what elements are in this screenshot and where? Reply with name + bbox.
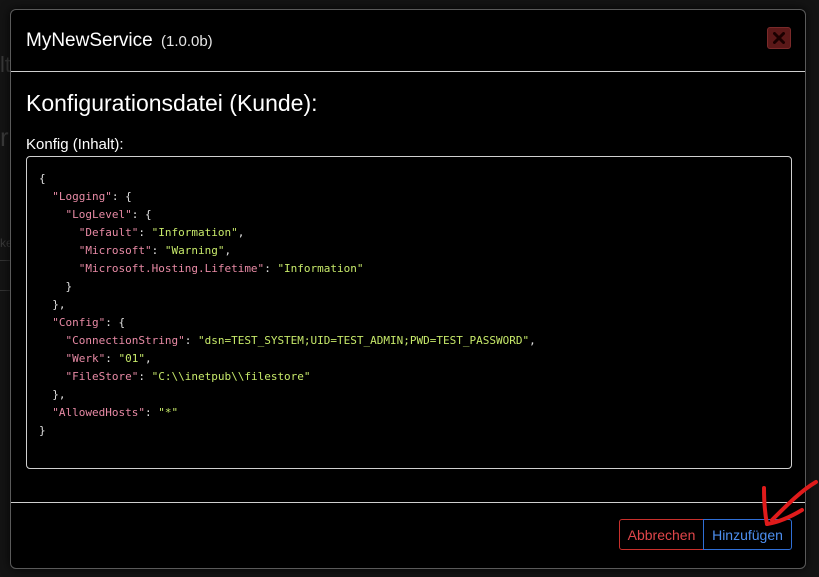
- close-button[interactable]: [767, 27, 791, 49]
- json-punctuation: [39, 334, 66, 347]
- service-config-modal: MyNewService (1.0.0b) Konfigurationsdate…: [10, 9, 806, 569]
- json-punctuation: :: [264, 262, 278, 275]
- json-string: "Information": [151, 226, 238, 239]
- code-line: "Default": "Information",: [39, 224, 779, 242]
- json-string: "*": [158, 406, 179, 419]
- service-version: (1.0.0b): [160, 33, 213, 50]
- json-punctuation: :: [105, 352, 119, 365]
- json-punctuation: :: [144, 406, 159, 419]
- json-key: "Microsoft": [78, 244, 152, 257]
- json-string: "C:\\inetpub\\filestore": [151, 370, 311, 383]
- code-line: "Werk": "01",: [39, 350, 779, 368]
- service-name: MyNewService: [26, 30, 153, 51]
- json-punctuation: [39, 316, 52, 329]
- json-punctuation: [39, 244, 79, 257]
- json-key: "Werk": [65, 352, 106, 365]
- json-punctuation: ,: [224, 244, 232, 257]
- config-content-textarea[interactable]: { "Logging": { "LogLevel": { "Default": …: [26, 156, 792, 469]
- code-line: {: [39, 170, 779, 188]
- code-line: "Microsoft": "Warning",: [39, 242, 779, 260]
- json-key: "LogLevel": [65, 208, 132, 221]
- json-key: "Logging": [52, 190, 112, 203]
- code-line: }: [39, 422, 779, 440]
- json-punctuation: ,: [145, 352, 152, 365]
- code-line: }: [39, 278, 779, 296]
- code-line: "FileStore": "C:\\inetpub\\filestore": [39, 368, 779, 386]
- code-line: },: [39, 296, 779, 314]
- json-punctuation: {: [39, 172, 46, 185]
- json-string: "Warning": [164, 244, 225, 257]
- background-fragment: r: [0, 122, 9, 152]
- json-string: "dsn=TEST_SYSTEM;UID=TEST_ADMIN;PWD=TEST…: [197, 334, 530, 347]
- modal-title: MyNewService (1.0.0b): [26, 30, 213, 52]
- json-punctuation: },: [39, 388, 66, 401]
- json-punctuation: :: [138, 226, 152, 239]
- code-line: "LogLevel": {: [39, 206, 779, 224]
- json-punctuation: [39, 190, 52, 203]
- json-key: "Config": [52, 316, 106, 329]
- json-punctuation: :: [151, 244, 165, 257]
- json-key: "Microsoft.Hosting.Lifetime": [78, 262, 265, 275]
- modal-footer: Abbrechen Hinzufügen: [11, 502, 805, 568]
- json-punctuation: }: [39, 280, 73, 293]
- code-line: "ConnectionString": "dsn=TEST_SYSTEM;UID…: [39, 332, 779, 350]
- config-content-label: Konfig (Inhalt):: [26, 136, 124, 153]
- json-punctuation: }: [39, 424, 46, 437]
- json-punctuation: ,: [237, 226, 245, 239]
- json-key: "ConnectionString": [65, 334, 185, 347]
- background-divider: [0, 290, 10, 291]
- json-punctuation: [39, 262, 79, 275]
- code-line: "Microsoft.Hosting.Lifetime": "Informati…: [39, 260, 779, 278]
- json-punctuation: : {: [131, 208, 152, 221]
- background-divider: [0, 260, 10, 261]
- json-punctuation: [39, 226, 79, 239]
- json-key: "Default": [78, 226, 139, 239]
- json-punctuation: ,: [529, 334, 536, 347]
- add-button[interactable]: Hinzufügen: [703, 519, 792, 550]
- json-punctuation: :: [138, 370, 152, 383]
- json-punctuation: [39, 208, 66, 221]
- close-x-icon: [773, 32, 785, 44]
- json-punctuation: },: [39, 298, 66, 311]
- json-key: "FileStore": [65, 370, 139, 383]
- json-punctuation: [39, 352, 66, 365]
- code-line: "Config": {: [39, 314, 779, 332]
- json-punctuation: [39, 406, 52, 419]
- json-punctuation: :: [184, 334, 198, 347]
- code-line: },: [39, 386, 779, 404]
- section-heading: Konfigurationsdatei (Kunde):: [26, 90, 318, 116]
- json-string: "Information": [277, 262, 364, 275]
- json-punctuation: [39, 370, 66, 383]
- config-json-code: { "Logging": { "LogLevel": { "Default": …: [39, 170, 779, 440]
- code-line: "Logging": {: [39, 188, 779, 206]
- code-line: "AllowedHosts": "*": [39, 404, 779, 422]
- cancel-button[interactable]: Abbrechen: [619, 519, 704, 550]
- json-string: "01": [118, 352, 146, 365]
- json-key: "AllowedHosts": [52, 406, 145, 419]
- json-punctuation: : {: [111, 190, 132, 203]
- modal-header: MyNewService (1.0.0b): [11, 10, 805, 72]
- json-punctuation: : {: [105, 316, 126, 329]
